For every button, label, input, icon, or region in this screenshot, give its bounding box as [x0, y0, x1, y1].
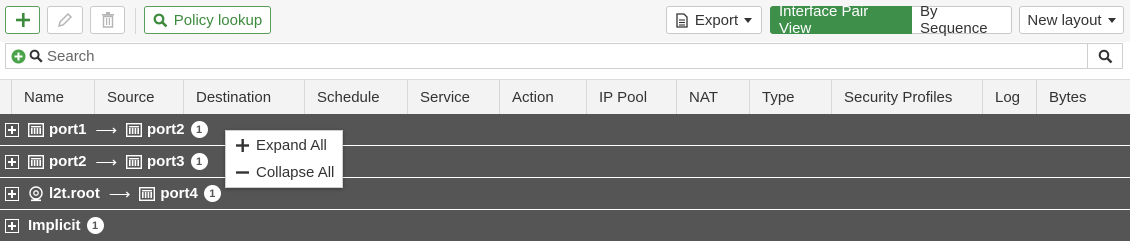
port-icon	[28, 122, 44, 137]
expand-icon[interactable]	[5, 122, 19, 137]
policy-count-badge: 1	[86, 217, 104, 234]
column-header-name[interactable]: Name	[11, 80, 95, 114]
edit-button[interactable]	[47, 6, 83, 34]
context-menu: Expand All Collapse All	[225, 130, 343, 188]
column-header-schedule[interactable]: Schedule	[304, 80, 408, 114]
group-row-port2-port3[interactable]: port2 ⟶ port3 1	[0, 146, 1130, 177]
arrow-icon: ⟶	[95, 153, 118, 171]
tunnel-icon	[29, 185, 43, 201]
expand-all-menu-item[interactable]: Expand All	[226, 132, 342, 159]
plus-icon	[15, 13, 30, 27]
expand-all-label: Expand All	[256, 137, 327, 154]
column-header-source[interactable]: Source	[94, 80, 184, 114]
column-header-service[interactable]: Service	[407, 80, 500, 114]
destination-interface: port2	[147, 121, 185, 138]
chevron-down-icon	[1107, 17, 1116, 23]
arrow-icon: ⟶	[95, 121, 118, 139]
column-header-bytes[interactable]: Bytes	[1036, 80, 1130, 114]
column-header-security-profiles[interactable]: Security Profiles	[831, 80, 983, 114]
column-header-destination[interactable]: Destination	[183, 80, 305, 114]
delete-button[interactable]	[90, 6, 125, 34]
policy-lookup-label: Policy lookup	[173, 11, 263, 29]
column-header-nat[interactable]: NAT	[676, 80, 750, 114]
by-sequence-label: By Sequence	[920, 3, 988, 37]
trash-icon	[101, 12, 114, 28]
source-interface: port2	[49, 153, 87, 170]
add-filter-icon[interactable]	[11, 49, 26, 64]
create-new-button[interactable]	[5, 6, 40, 34]
search-icon	[29, 49, 43, 63]
interface-pair-view-label: Interface Pair View	[779, 3, 869, 37]
pencil-icon	[57, 12, 73, 28]
policy-count-badge: 1	[190, 153, 208, 170]
policy-lookup-button[interactable]: Policy lookup	[144, 6, 271, 34]
expand-icon[interactable]	[5, 218, 19, 233]
policy-count-badge: 1	[203, 185, 221, 202]
minus-icon	[236, 171, 249, 174]
search-button[interactable]	[1087, 43, 1122, 69]
column-header-log[interactable]: Log	[982, 80, 1037, 114]
new-layout-dropdown[interactable]: New layout	[1019, 6, 1124, 34]
column-header-ip-pool[interactable]: IP Pool	[586, 80, 677, 114]
source-interface: port1	[49, 121, 87, 138]
export-label: Export	[694, 11, 739, 29]
new-layout-label: New layout	[1027, 11, 1102, 29]
search-icon	[153, 13, 168, 27]
port-icon	[126, 154, 143, 169]
search-bar	[5, 43, 1123, 69]
search-input[interactable]	[47, 47, 1122, 65]
destination-interface: port3	[147, 153, 185, 170]
by-sequence-toggle[interactable]: By Sequence	[912, 3, 1012, 37]
collapse-all-label: Collapse All	[256, 164, 335, 181]
plus-icon	[236, 139, 249, 152]
column-header-type[interactable]: Type	[749, 80, 832, 114]
interface-pair-view-toggle[interactable]: Interface Pair View	[770, 3, 912, 37]
source-interface: l2t.root	[49, 185, 100, 202]
expand-icon[interactable]	[5, 186, 19, 201]
export-dropdown[interactable]: Export	[666, 6, 762, 34]
expand-icon[interactable]	[5, 154, 19, 169]
search-icon	[1098, 49, 1112, 63]
toolbar: Policy lookup Export Interface Pair View…	[0, 0, 1130, 42]
port-icon	[28, 154, 44, 169]
group-label: Implicit	[28, 217, 81, 234]
collapse-all-menu-item[interactable]: Collapse All	[226, 159, 342, 186]
port-icon	[139, 186, 156, 201]
toolbar-divider	[135, 8, 136, 34]
group-row-port1-port2[interactable]: port1 ⟶ port2 1	[0, 114, 1130, 145]
chevron-down-icon	[744, 17, 753, 23]
table-header: Name Source Destination Schedule Service…	[0, 79, 1130, 114]
column-header-action[interactable]: Action	[499, 80, 587, 114]
document-icon	[676, 12, 688, 28]
arrow-icon: ⟶	[108, 185, 131, 203]
policy-count-badge: 1	[190, 121, 208, 138]
group-row-implicit[interactable]: Implicit 1	[0, 210, 1130, 241]
port-icon	[126, 122, 143, 137]
group-row-l2t-port4[interactable]: l2t.root ⟶ port4 1	[0, 178, 1130, 209]
destination-interface: port4	[160, 185, 198, 202]
